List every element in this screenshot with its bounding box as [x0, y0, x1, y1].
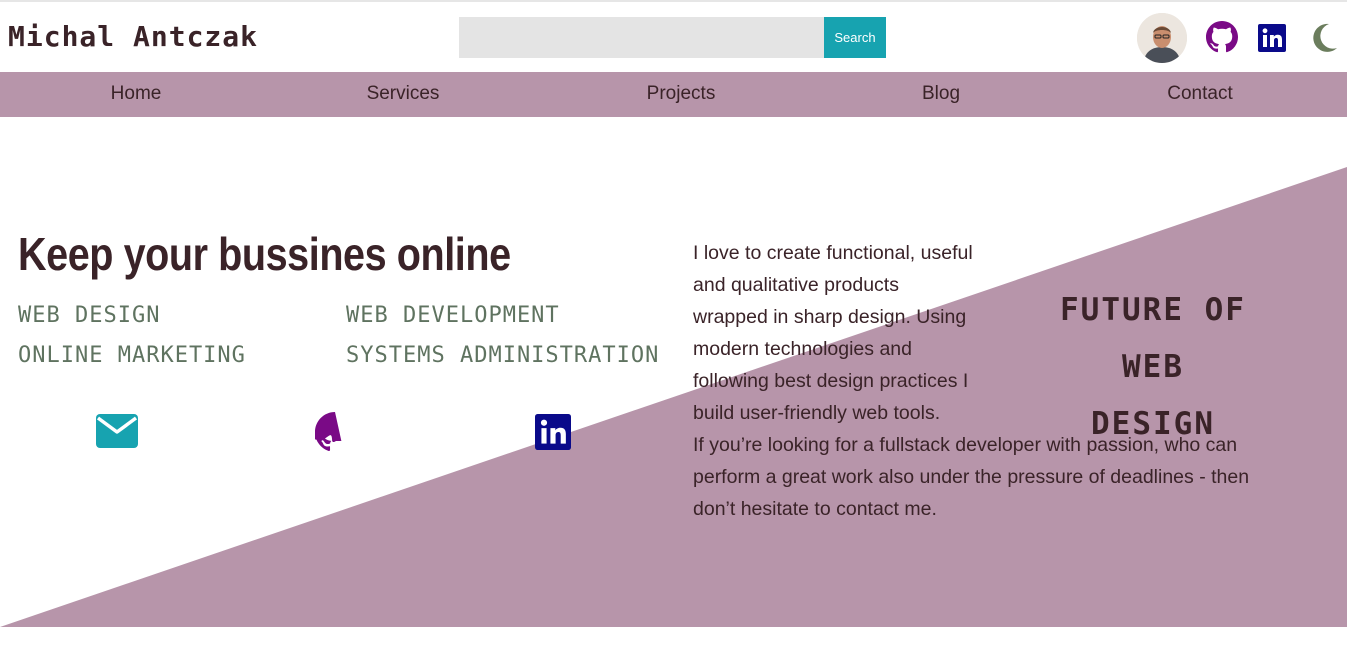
linkedin-icon[interactable]	[1258, 24, 1286, 52]
avatar-portrait	[1137, 13, 1187, 63]
site-brand[interactable]: Michal Antczak	[8, 20, 258, 53]
service-online-marketing: ONLINE MARKETING	[18, 343, 246, 368]
service-web-development: WEB DEVELOPMENT	[346, 303, 560, 328]
linkedin-icon[interactable]	[535, 414, 571, 450]
search-button[interactable]: Search	[824, 17, 886, 58]
service-web-design: WEB DESIGN	[18, 303, 161, 328]
nav-blog[interactable]: Blog	[922, 72, 960, 117]
nav-home[interactable]: Home	[111, 72, 162, 117]
nav-services[interactable]: Services	[367, 72, 440, 117]
search-input[interactable]	[459, 17, 824, 58]
hero-headline: Keep your bussines online	[18, 228, 511, 280]
avatar[interactable]	[1137, 13, 1187, 63]
moon-icon[interactable]	[1307, 22, 1339, 54]
hero-tagline: FUTURE OF WEB DESIGN	[1055, 282, 1251, 453]
main-nav: Home Services Projects Blog Contact	[0, 72, 1347, 117]
top-header: Michal Antczak Search	[0, 2, 1347, 72]
mail-icon[interactable]	[96, 414, 138, 448]
github-icon[interactable]	[315, 412, 355, 452]
nav-contact[interactable]: Contact	[1167, 72, 1232, 117]
hero-section: Keep your bussines online WEB DESIGN WEB…	[0, 117, 1347, 627]
search-form: Search	[459, 17, 886, 58]
tagline-line-2: WEB DESIGN	[1091, 349, 1215, 442]
about-paragraph-1: I love to create functional, useful and …	[693, 242, 973, 424]
tagline-line-1: FUTURE OF	[1060, 292, 1246, 328]
nav-projects[interactable]: Projects	[647, 72, 716, 117]
service-systems-administration: SYSTEMS ADMINISTRATION	[346, 343, 660, 368]
github-icon[interactable]	[1206, 21, 1238, 53]
